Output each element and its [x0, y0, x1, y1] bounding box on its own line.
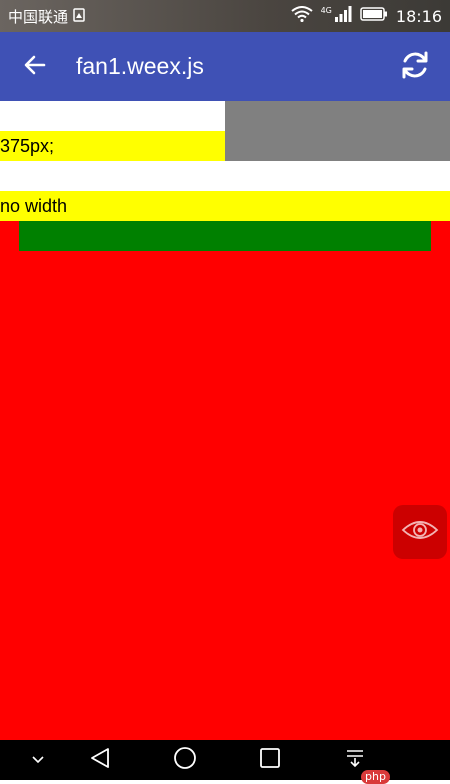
navigation-bar: php [0, 740, 450, 784]
network-type-label: 4G [320, 5, 332, 15]
notification-pull-icon [345, 747, 365, 774]
nav-hide-button[interactable] [26, 740, 50, 780]
recents-square-icon [259, 747, 281, 774]
page-title: fan1.weex.js [76, 53, 204, 79]
fixed-width-row: 375px; [0, 131, 225, 161]
nav-recents-button[interactable] [256, 740, 284, 780]
app-bar: fan1.weex.js [0, 32, 450, 101]
gray-block [225, 101, 450, 161]
carrier-label: 中国联通 [8, 7, 69, 26]
clock: 18:16 [395, 6, 442, 26]
screenshot-notification-icon [72, 6, 86, 26]
status-right: 4G 18:16 [290, 0, 442, 32]
back-button[interactable] [14, 46, 56, 88]
nav-back-button[interactable] [86, 740, 114, 780]
status-left: 中国联通 [8, 0, 86, 32]
home-circle-icon [173, 746, 197, 775]
no-width-row: no width [0, 191, 450, 221]
signal-icon [334, 6, 352, 26]
arrow-back-icon [23, 53, 47, 82]
battery-icon [360, 6, 388, 26]
inspector-button[interactable] [393, 505, 447, 559]
green-bar [19, 221, 431, 251]
back-triangle-icon [89, 747, 111, 774]
status-bar: 中国联通 4G 18:16 [0, 0, 450, 32]
no-width-text: no width [0, 195, 68, 216]
nav-home-button[interactable] [171, 740, 199, 780]
red-container [0, 221, 450, 740]
refresh-button[interactable] [394, 46, 436, 88]
chevron-down-icon [31, 751, 45, 769]
php-badge: php [361, 770, 390, 784]
fixed-width-text: 375px; [0, 135, 55, 156]
eye-icon [401, 518, 439, 547]
wifi-icon [290, 6, 313, 26]
weex-content: 375px; no width [0, 101, 450, 740]
refresh-icon [399, 49, 431, 86]
